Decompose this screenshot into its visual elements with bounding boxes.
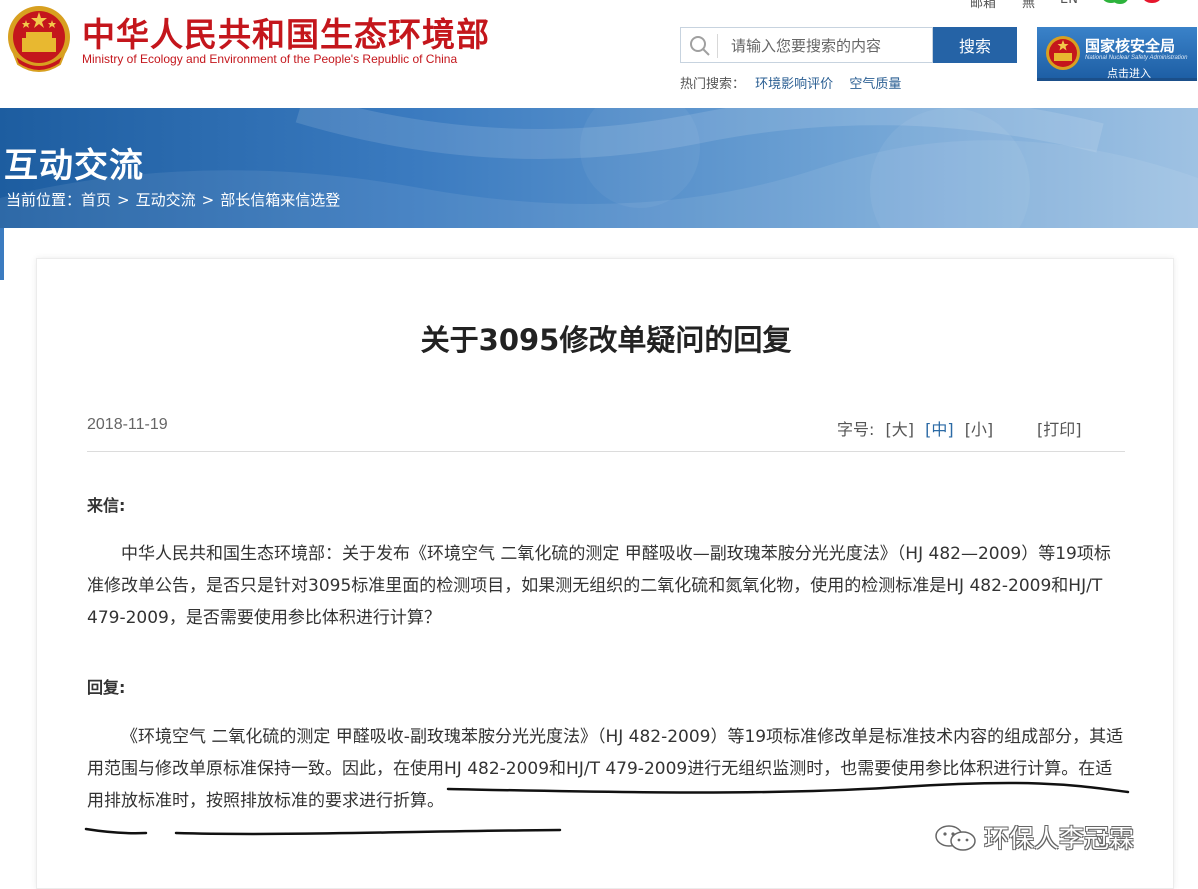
breadcrumb: 当前位置：首页 > 互动交流 > 部长信箱来信选登 — [6, 189, 340, 210]
article-date: 2018-11-19 — [87, 416, 168, 433]
hot-search-label: 热门搜索： — [680, 77, 746, 92]
banner-decoration — [0, 108, 1198, 228]
print-button[interactable]: [打印] — [1037, 416, 1082, 440]
site-title[interactable]: 中华人民共和国生态环境部 — [82, 8, 490, 56]
breadcrumb-separator: > — [117, 191, 130, 209]
english-link[interactable]: EN — [1060, 0, 1078, 7]
nnsa-enter-label: 点击进入 — [1107, 67, 1151, 80]
article-card: 关于3095修改单疑问的回复 2018-11-19 字号: [大] [中] [小… — [36, 258, 1174, 889]
nnsa-emblem-icon — [1046, 36, 1080, 70]
breadcrumb-separator: > — [201, 191, 215, 209]
search-icon — [690, 36, 710, 56]
font-size-large-button[interactable]: [大] — [886, 420, 915, 439]
wechat-icon[interactable] — [1102, 0, 1128, 8]
nnsa-banner-link[interactable]: 国家核安全局 National Nuclear Safety Administr… — [1037, 27, 1197, 81]
wechat-icon — [935, 825, 976, 851]
hot-search-item-eia[interactable]: 环境影响评价 — [755, 77, 833, 92]
barrier-free-link[interactable]: 無 — [1022, 0, 1035, 11]
mail-link[interactable]: 邮箱 — [970, 0, 996, 11]
nnsa-title: 国家核安全局 — [1085, 37, 1176, 55]
nnsa-subtitle: National Nuclear Safety Administration — [1085, 55, 1188, 61]
national-emblem-icon[interactable] — [6, 4, 72, 74]
hot-search: 热门搜索： 环境影响评价 空气质量 — [680, 73, 907, 92]
font-size-label: 字号: — [837, 420, 875, 439]
search-input[interactable] — [731, 36, 926, 56]
left-edge-accent — [0, 228, 4, 280]
letter-label: 来信: — [87, 496, 126, 515]
article-title: 关于3095修改单疑问的回复 — [420, 323, 792, 357]
site-subtitle: Ministry of Ecology and Environment of t… — [82, 52, 458, 66]
title-divider — [87, 451, 1125, 452]
font-size-control: 字号: [大] [中] [小] — [837, 416, 993, 440]
breadcrumb-interaction[interactable]: 互动交流 — [136, 191, 196, 209]
reply-text: 《环境空气 二氧化硫的测定 甲醛吸收-副玫瑰苯胺分光光度法》（HJ 482-20… — [87, 727, 1124, 811]
breadcrumb-current[interactable]: 部长信箱来信选登 — [220, 191, 340, 209]
hot-search-item-air-quality[interactable]: 空气质量 — [849, 77, 901, 92]
font-size-medium-button[interactable]: [中] — [925, 420, 954, 439]
watermark-text: 环保人李冠霖 — [984, 824, 1135, 853]
search-box — [680, 27, 933, 63]
weibo-icon[interactable] — [1142, 0, 1164, 8]
reply-label: 回复: — [87, 678, 126, 697]
section-banner: 互动交流 当前位置：首页 > 互动交流 > 部长信箱来信选登 — [0, 108, 1198, 228]
font-size-small-button[interactable]: [小] — [965, 420, 994, 439]
breadcrumb-home[interactable]: 首页 — [81, 191, 111, 209]
site-header: 中华人民共和国生态环境部 Ministry of Ecology and Env… — [0, 0, 1198, 108]
letter-text: 中华人民共和国生态环境部：关于发布《环境空气 二氧化硫的测定 甲醛吸收—副玫瑰苯… — [87, 544, 1111, 628]
breadcrumb-prefix: 当前位置： — [6, 191, 82, 209]
search-button[interactable]: 搜索 — [933, 27, 1017, 63]
section-title: 互动交流 — [4, 146, 144, 186]
search-separator — [717, 34, 718, 58]
